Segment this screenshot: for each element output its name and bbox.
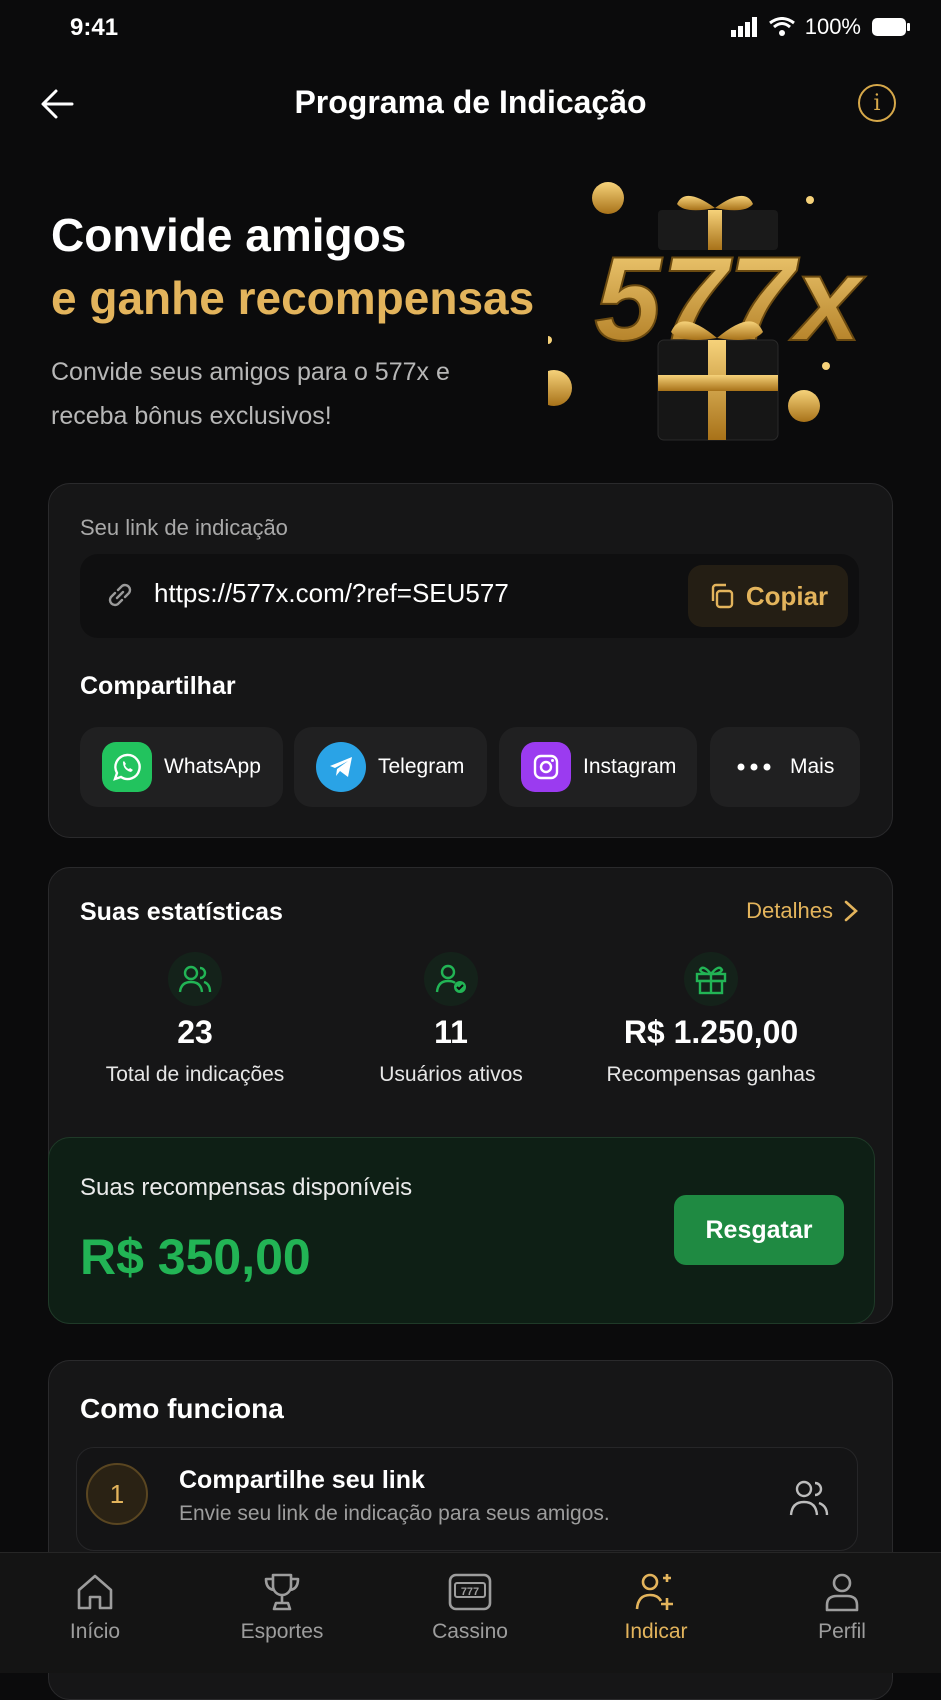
share-more-label: Mais <box>790 755 835 778</box>
stat-active-label: Usuários ativos <box>379 1063 523 1086</box>
tab-inicio-label: Início <box>69 1620 121 1643</box>
how-step <box>76 1447 858 1551</box>
hero-title-line2: e ganhe recompensas <box>51 272 535 324</box>
available-rewards-value: R$ 350,00 <box>80 1229 311 1285</box>
tab-indicar[interactable]: Indicar <box>576 1570 736 1644</box>
hero-title-line1: Convide amigos <box>51 209 407 261</box>
page-title: Programa de Indicação <box>294 84 647 120</box>
more-dots-icon <box>737 763 771 771</box>
tab-indicar-label: Indicar <box>624 1620 688 1643</box>
copy-icon <box>711 583 734 609</box>
chevron-right-icon <box>844 900 858 922</box>
trophy-icon <box>264 1573 300 1611</box>
copy-button[interactable]: Copiar <box>688 565 848 627</box>
stat-rewards-earned: R$ 1.250,00 Recompensas ganhas <box>581 952 841 1087</box>
redeem-button[interactable]: Resgatar <box>674 1195 844 1265</box>
battery-percent: 100% <box>804 14 861 39</box>
stat-total-label: Total de indicações <box>105 1063 285 1086</box>
referral-link-label: Seu link de indicação <box>80 515 288 540</box>
stat-total-value: 23 <box>177 1014 213 1050</box>
instagram-icon <box>521 742 571 792</box>
status-time: 9:41 <box>70 14 119 41</box>
step-number-badge: 1 <box>86 1463 148 1525</box>
wifi-icon <box>768 17 795 36</box>
share-whatsapp-button[interactable]: WhatsApp <box>80 727 283 807</box>
user-plus-icon <box>635 1573 673 1610</box>
tab-esportes[interactable]: Esportes <box>202 1570 362 1644</box>
share-telegram-button[interactable]: Telegram <box>294 727 487 807</box>
tab-inicio[interactable]: Início <box>15 1570 175 1644</box>
telegram-icon <box>316 742 366 792</box>
step-title: Compartilhe seu link <box>179 1466 425 1494</box>
hero-subtitle: Convide seus amigos para o 577x e receba… <box>51 358 450 430</box>
svg-text:777: 777 <box>461 1586 479 1598</box>
hero-illustration: 577x <box>548 182 867 441</box>
details-label: Detalhes <box>746 898 833 923</box>
copy-button-label: Copiar <box>745 580 829 611</box>
share-telegram-label: Telegram <box>378 755 465 778</box>
stat-rewards-value: R$ 1.250,00 <box>623 1014 799 1050</box>
tab-cassino[interactable]: 777 Cassino <box>390 1570 550 1644</box>
home-icon <box>77 1574 113 1610</box>
signal-icon <box>730 17 757 37</box>
status-indicators: 100% <box>730 14 911 40</box>
stats-heading: Suas estatísticas <box>80 898 283 926</box>
user-check-icon <box>424 952 478 1006</box>
share-instagram-button[interactable]: Instagram <box>499 727 697 807</box>
stat-active-users: 11 Usuários ativos <box>321 952 581 1087</box>
referral-link-text[interactable]: https://577x.com/?ref=SEU577 <box>154 578 509 609</box>
step-description: Envie seu link de indicação para seus am… <box>179 1502 610 1525</box>
tab-esportes-label: Esportes <box>240 1620 324 1643</box>
share-heading: Compartilhar <box>80 672 236 700</box>
share-more-button[interactable]: Mais <box>710 727 860 807</box>
tab-perfil-label: Perfil <box>818 1620 866 1643</box>
gift-icon <box>684 952 738 1006</box>
users-icon <box>789 1480 829 1516</box>
battery-icon <box>872 18 910 36</box>
user-icon <box>825 1573 859 1612</box>
stat-total-referrals: 23 Total de indicações <box>65 952 325 1087</box>
tab-perfil[interactable]: Perfil <box>762 1570 922 1644</box>
whatsapp-icon <box>102 742 152 792</box>
stat-active-value: 11 <box>434 1014 468 1050</box>
info-icon[interactable]: i <box>858 84 896 122</box>
slot-machine-icon: 777 <box>448 1573 492 1611</box>
available-rewards-label: Suas recompensas disponíveis <box>80 1174 413 1201</box>
link-icon <box>108 583 132 607</box>
share-whatsapp-label: WhatsApp <box>164 755 261 778</box>
users-icon <box>168 952 222 1006</box>
stat-rewards-label: Recompensas ganhas <box>606 1063 816 1086</box>
tab-cassino-label: Cassino <box>432 1620 508 1643</box>
share-instagram-label: Instagram <box>583 755 677 778</box>
how-it-works-heading: Como funciona <box>80 1393 284 1424</box>
details-link[interactable]: Detalhes <box>746 898 859 924</box>
